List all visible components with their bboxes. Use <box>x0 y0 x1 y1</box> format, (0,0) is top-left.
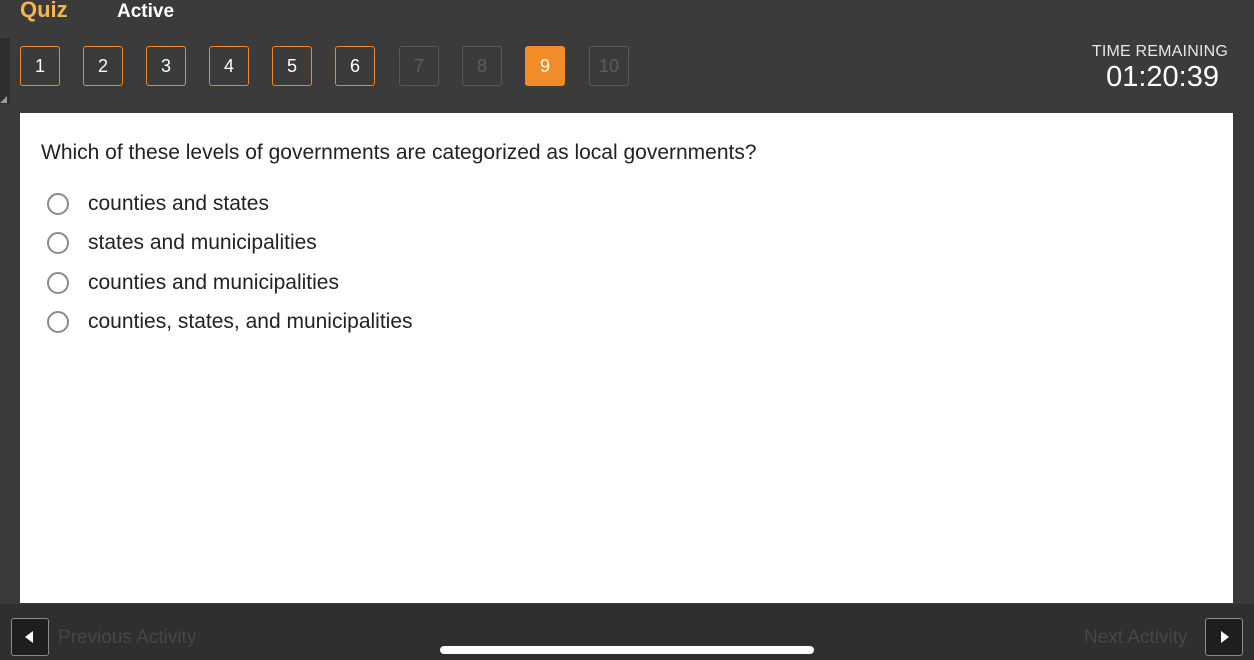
question-button-3[interactable]: 3 <box>146 46 186 86</box>
radio-button-icon[interactable] <box>47 232 69 254</box>
answer-choice-2[interactable]: states and municipalities <box>46 229 646 259</box>
title-row: Quiz Active <box>0 0 1254 24</box>
radio-button-icon[interactable] <box>47 193 69 215</box>
question-button-8: 8 <box>462 46 502 86</box>
question-text: Which of these levels of governments are… <box>41 141 757 164</box>
question-button-5[interactable]: 5 <box>272 46 312 86</box>
quiz-title: Quiz <box>20 0 68 22</box>
arrow-left-icon <box>25 631 33 643</box>
home-indicator <box>440 646 814 654</box>
time-remaining-value: 01:20:39 <box>1106 61 1219 93</box>
answer-choice-4[interactable]: counties, states, and municipalities <box>46 308 646 338</box>
previous-activity-button[interactable] <box>11 618 49 656</box>
question-button-10: 10 <box>589 46 629 86</box>
time-remaining-label: TIME REMAINING <box>1091 43 1228 60</box>
question-panel: Which of these levels of governments are… <box>20 113 1233 603</box>
previous-activity-label: Previous Activity <box>58 627 197 648</box>
radio-button-icon[interactable] <box>47 311 69 333</box>
answer-choice-3[interactable]: counties and municipalities <box>46 269 646 299</box>
status-label: Active <box>117 1 175 22</box>
quiz-header: Quiz Active 1 2 3 4 5 6 7 8 9 10 TIME RE… <box>0 0 1254 112</box>
answer-choice-label: states and municipalities <box>88 231 317 254</box>
question-button-1[interactable]: 1 <box>20 46 60 86</box>
answer-choice-label: counties and municipalities <box>88 271 339 294</box>
next-activity-button[interactable] <box>1205 618 1243 656</box>
radio-button-icon[interactable] <box>47 272 69 294</box>
answer-choice-label: counties and states <box>88 192 269 215</box>
resize-corner-icon <box>0 96 7 103</box>
next-activity-label: Next Activity <box>1084 627 1188 648</box>
side-tab <box>0 38 10 104</box>
question-button-6[interactable]: 6 <box>335 46 375 86</box>
question-button-4[interactable]: 4 <box>209 46 249 86</box>
question-button-7: 7 <box>399 46 439 86</box>
answer-choice-label: counties, states, and municipalities <box>88 310 413 333</box>
question-button-9[interactable]: 9 <box>525 46 565 86</box>
answer-choice-1[interactable]: counties and states <box>46 190 646 220</box>
question-button-2[interactable]: 2 <box>83 46 123 86</box>
arrow-right-icon <box>1221 631 1229 643</box>
